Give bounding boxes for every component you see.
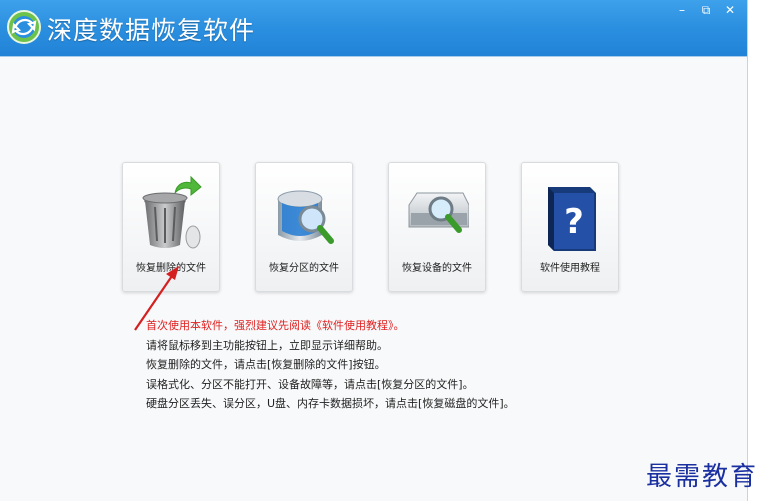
- help-line: 硬盘分区丢失、误分区，U盘、内存卡数据损坏，请点击[恢复磁盘的文件]。: [146, 397, 515, 410]
- help-line: 误格式化、分区不能打开、设备故障等，请点击[恢复分区的文件]。: [146, 377, 474, 391]
- help-line: 请将鼠标移到主功能按钮上，立即显示详细帮助。: [146, 338, 388, 352]
- app-window: 深度数据恢复软件 – ⧉ ✕ 恢复删除的文件 恢复分区的文件 恢复设备的文件 ?…: [0, 0, 748, 501]
- help-notice: 首次使用本软件，强烈建议先阅读《软件使用教程》。: [146, 319, 405, 332]
- annotation-arrow: [134, 266, 179, 331]
- help-line: 恢复删除的文件，请点击[恢复删除的文件]按钮。: [146, 358, 386, 371]
- help-text: 首次使用本软件，强烈建议先阅读《软件使用教程》。 请将鼠标移到主功能按钮上，立即…: [146, 316, 515, 414]
- watermark-text: 最需教育: [646, 462, 759, 492]
